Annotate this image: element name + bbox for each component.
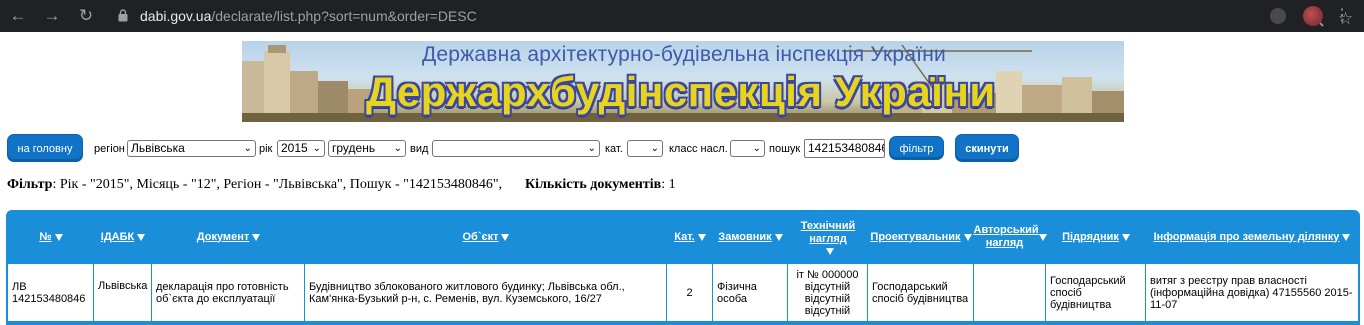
column-header-document[interactable]: Документ [152,210,305,264]
cell-land-info: витяг з реєстру прав власності (інформац… [1150,274,1353,311]
forward-icon[interactable]: → [40,4,64,28]
chevron-down-icon: ⌄ [312,143,321,154]
year-select[interactable]: 2015 ⌄ [277,140,325,157]
sort-arrow-icon [697,233,706,241]
column-header-idabk[interactable]: ІДАБК [94,210,152,264]
year-label: рік [259,143,273,155]
chevron-down-icon: ⌄ [650,143,659,154]
region-label: регіон [94,143,125,155]
filter-button[interactable]: фільтр [889,136,944,160]
back-icon[interactable]: ← [6,4,30,28]
lock-icon [118,9,128,22]
document-count-value: : 1 [661,177,676,192]
browser-toolbar: ← → ↻ dabi.gov.ua/declarate/list.php?sor… [0,0,1364,32]
site-banner: Державна архітектурно-будівельна інспекц… [242,41,1124,122]
column-header-designer[interactable]: Проектувальник [868,210,974,264]
column-header-contractor[interactable]: Підрядник [1046,210,1146,264]
declarations-table: № ІДАБК Документ Об`єкт Кат. Замовник Те… [6,210,1360,325]
month-select[interactable]: грудень ⌄ [328,140,406,157]
filter-summary-label: Фільтр [7,177,53,192]
chevron-down-icon: ⌄ [587,143,596,154]
table-row: ЛВ 142153480846 Львівська декларація про… [8,264,1358,321]
sort-arrow-icon [252,233,261,241]
column-header-num[interactable]: № [8,210,94,264]
column-header-object[interactable]: Об`єкт [305,210,667,264]
document-count-label: Кількість документів [525,177,662,192]
sort-arrow-icon [1342,233,1351,241]
sort-arrow-icon [1121,233,1130,241]
filter-summary: Фільтр: Рік - "2015", Місяць - "12", Рег… [7,177,676,193]
search-label: пошук [769,143,801,155]
column-header-tech-supervision[interactable]: Технічний нагляд [788,210,868,264]
cell-num: ЛВ 142153480846 [8,264,94,321]
filter-summary-text: : Рік - "2015", Місяць - "12", Регіон - … [52,177,503,192]
chevron-down-icon: ⌄ [752,143,761,154]
cell-object: Будівництво зблокованого житлового будин… [305,264,667,321]
cell-idabk: Львівська [94,264,152,321]
column-header-author-supervision[interactable]: Авторський нагляд [974,210,1047,264]
category-select[interactable]: ⌄ [627,140,663,157]
sort-arrow-icon [963,233,972,241]
search-input[interactable]: 142153480846 [804,139,885,158]
cell-category: 2 [667,264,713,321]
cell-customer: Фізична особа [713,264,788,321]
banner-subtitle: Державна архітектурно-будівельна інспекц… [422,43,946,66]
avatar[interactable] [1303,6,1323,26]
chevron-down-icon: ⌄ [393,143,402,154]
column-header-category[interactable]: Кат. [667,210,713,264]
reload-icon[interactable]: ↻ [74,4,98,28]
category-label: кат. [605,143,623,155]
cell-tech-supervision: іт № 000000 відсутній відсутній відсутні… [788,264,868,321]
type-select[interactable]: ⌄ [432,140,600,157]
type-label: вид [410,143,429,155]
sort-arrow-icon [137,233,146,241]
settlement-class-label: класс насл. [669,143,728,155]
cell-contractor: Господарський спосіб будівництва [1046,264,1146,321]
sort-arrow-icon [825,247,834,255]
reset-button[interactable]: скинути [955,134,1019,162]
sort-arrow-icon [54,233,63,241]
menu-icon[interactable]: ⋮ [1334,6,1350,26]
column-header-land-info[interactable]: Інформація про земельну ділянку [1146,210,1358,264]
banner-title: Держархбудінспекція України [366,68,996,115]
settlement-class-select[interactable]: ⌄ [730,140,765,157]
sort-arrow-icon [774,233,783,241]
sort-arrow-icon [501,233,510,241]
column-header-customer[interactable]: Замовник [713,210,788,264]
chevron-down-icon: ⌄ [243,143,252,154]
extension-icon[interactable] [1270,8,1286,24]
url-text: dabi.gov.ua/declarate/list.php?sort=num&… [140,8,477,24]
address-bar[interactable]: dabi.gov.ua/declarate/list.php?sort=num&… [108,3,1353,29]
region-select[interactable]: Львівська ⌄ [127,140,256,157]
cell-document: декларація про готовність об`єкта до екс… [152,264,305,321]
cell-designer: Господарський спосіб будівництва [868,264,974,321]
cell-author-supervision [974,264,1046,321]
home-button[interactable]: на головну [7,134,83,162]
